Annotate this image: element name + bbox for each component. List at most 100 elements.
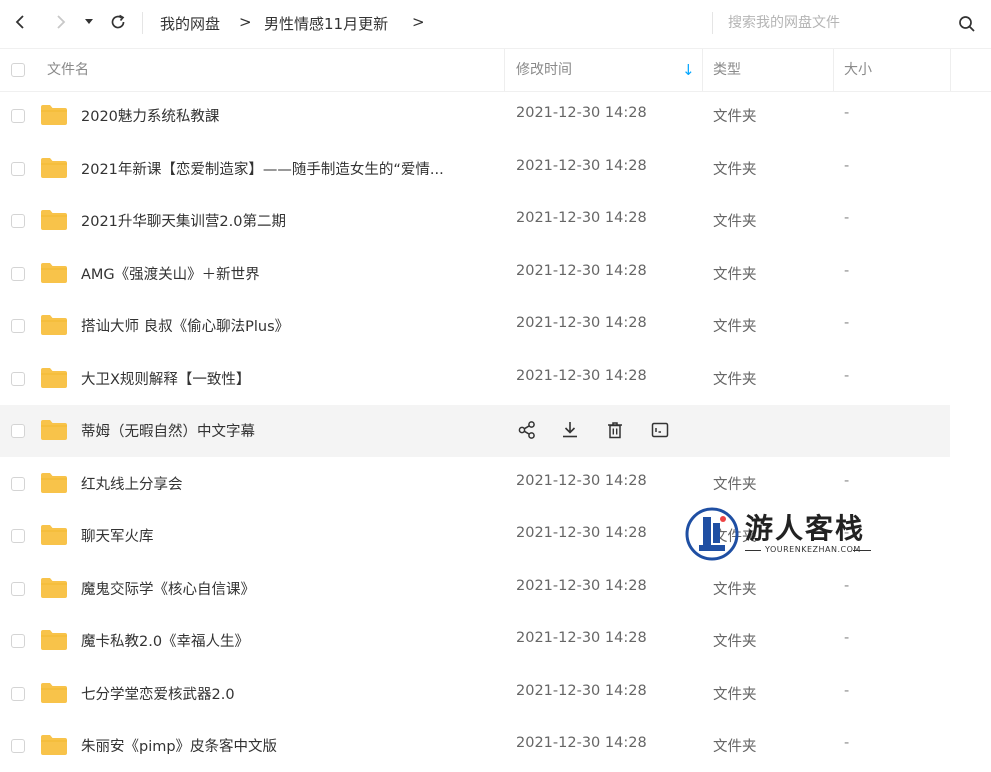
row-checkbox[interactable] [11, 739, 25, 753]
table-row[interactable]: 七分学堂恋爱核武器2.0 2021-12-30 14:28 文件夹 - [0, 668, 950, 720]
refresh-icon [111, 14, 125, 29]
breadcrumb-separator: > [239, 13, 252, 31]
toolbar-divider [142, 12, 143, 34]
row-checkbox[interactable] [11, 476, 25, 491]
folder-icon [40, 314, 68, 336]
caret-down-icon [85, 19, 93, 24]
breadcrumb-root[interactable]: 我的网盘 [160, 13, 220, 34]
search-input[interactable] [722, 10, 954, 36]
share-icon [517, 420, 537, 444]
table-row[interactable]: 魔鬼交际学《核心自信课》 2021-12-30 14:28 文件夹 - [0, 563, 950, 615]
file-size: - [844, 210, 850, 226]
row-checkbox[interactable] [11, 371, 25, 386]
row-checkbox[interactable] [11, 319, 25, 333]
search-icon [959, 16, 975, 32]
folder-icon [40, 419, 68, 441]
file-type: 文件夹 [713, 634, 757, 650]
rename-button[interactable] [649, 421, 671, 443]
column-divider [833, 49, 834, 91]
row-checkbox[interactable] [11, 109, 25, 123]
breadcrumb-separator: > [412, 13, 425, 31]
file-size: - [844, 105, 850, 121]
file-type: 文件夹 [713, 581, 757, 598]
file-name[interactable]: 七分学堂恋爱核武器2.0 [81, 683, 235, 704]
file-type: 文件夹 [713, 214, 757, 230]
table-row[interactable]: 红丸线上分享会 2021-12-30 14:28 文件夹 - [0, 458, 950, 510]
download-button[interactable] [559, 421, 581, 443]
row-checkbox[interactable] [11, 214, 25, 228]
column-header-type[interactable]: 类型 [713, 49, 741, 91]
file-name[interactable]: 2021升华聊天集训营2.0第二期 [81, 210, 286, 231]
row-checkbox[interactable] [11, 686, 25, 701]
file-name[interactable]: 聊天军火库 [81, 525, 154, 546]
folder-icon [40, 734, 68, 756]
row-checkbox[interactable] [11, 161, 25, 176]
forward-button[interactable] [47, 8, 75, 36]
file-size: - [844, 630, 850, 646]
table-row[interactable]: 2020魅力系统私教課 2021-12-30 14:28 文件夹 - [0, 90, 950, 142]
back-button[interactable] [6, 8, 34, 36]
folder-icon [40, 104, 68, 126]
sort-desc-icon[interactable]: ↓ [682, 49, 695, 91]
top-toolbar: 我的网盘 > 男性情感11月更新 > [0, 0, 991, 46]
rename-icon [650, 420, 670, 444]
column-header-modified[interactable]: 修改时间 [516, 49, 572, 91]
row-checkbox[interactable] [11, 581, 25, 596]
delete-icon [605, 420, 625, 444]
table-row[interactable]: 朱丽安《pimp》皮条客中文版 2021-12-30 14:28 文件夹 - [0, 720, 950, 772]
refresh-button[interactable] [104, 8, 132, 36]
file-name[interactable]: 朱丽安《pimp》皮条客中文版 [81, 735, 277, 756]
table-row[interactable]: AMG《强渡关山》＋新世界 2021-12-30 14:28 文件夹 - [0, 248, 950, 300]
modified-time: 2021-12-30 14:28 [516, 735, 647, 751]
folder-icon [40, 629, 68, 651]
row-checkbox[interactable] [11, 634, 25, 648]
column-header-name[interactable]: 文件名 [47, 49, 89, 91]
file-size: - [844, 577, 850, 594]
row-checkbox[interactable] [11, 424, 25, 438]
breadcrumb-current[interactable]: 男性情感11月更新 [264, 13, 388, 34]
file-name[interactable]: 2021年新课【恋爱制造家】——随手制造女生的“爱情... [81, 158, 444, 179]
file-name[interactable]: 搭讪大师 良叔《偷心聊法Plus》 [81, 315, 289, 336]
file-size: - [844, 735, 850, 751]
modified-time: 2021-12-30 14:28 [516, 262, 647, 279]
modified-time: 2021-12-30 14:28 [516, 105, 647, 121]
modified-time: 2021-12-30 14:28 [516, 525, 647, 541]
modified-time: 2021-12-30 14:28 [516, 315, 647, 331]
modified-time: 2021-12-30 14:28 [516, 367, 647, 384]
select-all-checkbox[interactable] [11, 63, 25, 77]
table-row[interactable]: 大卫X规则解释【一致性】 2021-12-30 14:28 文件夹 - [0, 353, 950, 405]
table-row[interactable]: 2021年新课【恋爱制造家】——随手制造女生的“爱情... 2021-12-30 … [0, 143, 950, 195]
table-row[interactable]: 蒂姆（无暇自然）中文字幕 [0, 405, 950, 457]
file-name[interactable]: 魔鬼交际学《核心自信课》 [81, 578, 255, 599]
chevron-left-icon [15, 15, 24, 29]
table-row[interactable]: 魔卡私教2.0《幸福人生》 2021-12-30 14:28 文件夹 - [0, 615, 950, 667]
history-dropdown-button[interactable] [78, 8, 100, 36]
modified-time: 2021-12-30 14:28 [516, 472, 647, 489]
folder-icon [40, 577, 68, 599]
folder-icon [40, 682, 68, 704]
row-checkbox[interactable] [11, 529, 25, 543]
table-row[interactable]: 聊天军火库 2021-12-30 14:28 文件夹 - [0, 510, 950, 562]
file-name[interactable]: 蒂姆（无暇自然）中文字幕 [81, 420, 255, 441]
delete-button[interactable] [604, 421, 626, 443]
file-size: - [844, 367, 850, 384]
folder-icon [40, 209, 68, 231]
table-row[interactable]: 搭讪大师 良叔《偷心聊法Plus》 2021-12-30 14:28 文件夹 - [0, 300, 950, 352]
file-name[interactable]: 红丸线上分享会 [81, 473, 183, 494]
column-header-size[interactable]: 大小 [844, 49, 872, 91]
search-button[interactable] [954, 11, 980, 37]
table-row[interactable]: 2021升华聊天集训营2.0第二期 2021-12-30 14:28 文件夹 - [0, 195, 950, 247]
row-checkbox[interactable] [11, 266, 25, 281]
file-size: - [844, 157, 850, 174]
file-name[interactable]: 大卫X规则解释【一致性】 [81, 368, 250, 389]
modified-time: 2021-12-30 14:28 [516, 682, 647, 699]
file-size: - [844, 315, 850, 331]
file-type: 文件夹 [713, 739, 757, 755]
folder-icon [40, 472, 68, 494]
column-divider [504, 49, 505, 91]
file-name[interactable]: 2020魅力系统私教課 [81, 105, 219, 126]
file-name[interactable]: AMG《强渡关山》＋新世界 [81, 263, 260, 284]
file-name[interactable]: 魔卡私教2.0《幸福人生》 [81, 630, 249, 651]
share-button[interactable] [516, 421, 538, 443]
file-size: - [844, 262, 850, 279]
